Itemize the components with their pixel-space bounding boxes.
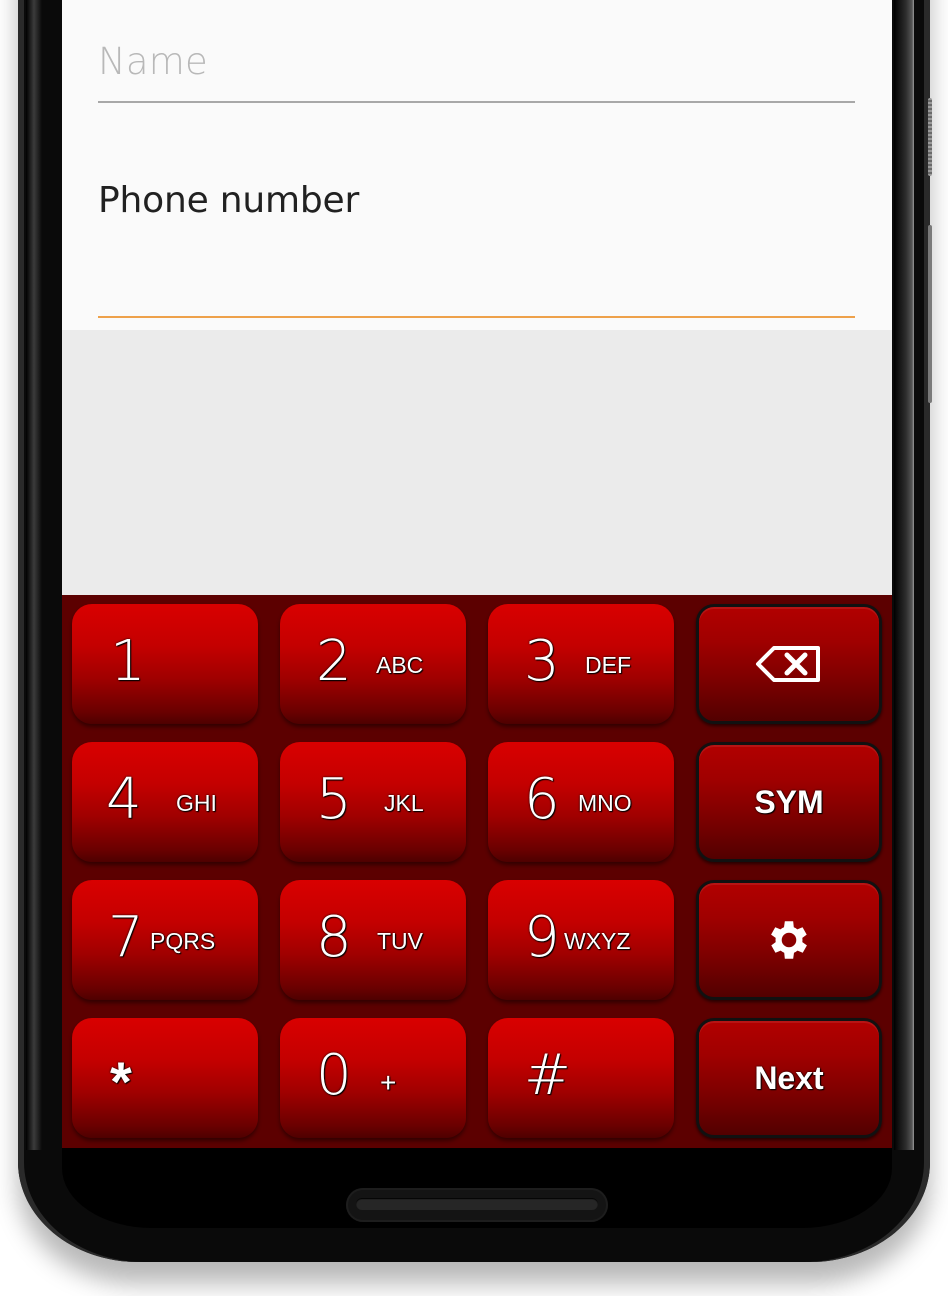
name-field[interactable]: Name xyxy=(98,0,855,103)
key-3[interactable]: 3 DEF xyxy=(488,604,674,724)
phone-edge-right xyxy=(894,0,914,1150)
volume-button xyxy=(928,98,932,176)
key-2[interactable]: 2 ABC xyxy=(280,604,466,724)
key-star[interactable]: * xyxy=(72,1018,258,1138)
key-digit: 2 xyxy=(316,629,352,694)
gear-icon xyxy=(699,883,879,997)
dialpad-keyboard: 1 2 ABC 3 DEF 4 GHI 5 JKL 6 MNO SYM 7 PQ… xyxy=(62,595,892,1148)
power-button xyxy=(928,225,932,403)
key-letters: JKL xyxy=(384,790,424,816)
key-4[interactable]: 4 GHI xyxy=(72,742,258,862)
key-digit: 9 xyxy=(524,905,560,970)
key-digit: # xyxy=(524,1043,571,1108)
key-1[interactable]: 1 xyxy=(72,604,258,724)
key-letters: PQRS xyxy=(150,928,216,954)
key-0[interactable]: 0 + xyxy=(280,1018,466,1138)
key-letters: GHI xyxy=(176,790,217,816)
key-digit: 8 xyxy=(316,905,352,970)
key-hash[interactable]: # xyxy=(488,1018,674,1138)
key-digit: 1 xyxy=(110,629,146,694)
key-letters: ABC xyxy=(376,652,424,678)
key-digit: 6 xyxy=(524,767,560,832)
symbols-key-label: SYM xyxy=(754,783,824,820)
key-letters: DEF xyxy=(585,652,631,678)
key-7[interactable]: 7 PQRS xyxy=(72,880,258,1000)
key-8[interactable]: 8 TUV xyxy=(280,880,466,1000)
key-6[interactable]: 6 MNO xyxy=(488,742,674,862)
next-key[interactable]: Next xyxy=(696,1018,882,1138)
next-key-label: Next xyxy=(754,1059,824,1096)
key-digit: * xyxy=(110,1050,132,1113)
key-digit: 4 xyxy=(106,767,142,832)
backspace-icon xyxy=(699,607,879,721)
key-letters: WXYZ xyxy=(564,928,631,954)
key-digit: 5 xyxy=(316,767,352,832)
settings-key[interactable] xyxy=(696,880,882,1000)
symbols-key[interactable]: SYM xyxy=(696,742,882,862)
contact-form: Name Phone number xyxy=(62,0,892,330)
screen: Name Phone number 1 2 ABC 3 DEF 4 GHI 5 … xyxy=(62,0,892,1148)
key-digit: 7 xyxy=(108,905,144,970)
key-5[interactable]: 5 JKL xyxy=(280,742,466,862)
phone-edge-left xyxy=(26,0,42,1150)
empty-content-area xyxy=(62,330,892,595)
phone-number-field[interactable] xyxy=(98,230,855,318)
key-letters: TUV xyxy=(377,928,423,954)
key-letters: + xyxy=(380,1067,397,1098)
key-9[interactable]: 9 WXYZ xyxy=(488,880,674,1000)
speaker-grille xyxy=(346,1188,608,1222)
phone-number-label: Phone number xyxy=(98,180,360,221)
key-digit: 3 xyxy=(524,629,560,694)
backspace-key[interactable] xyxy=(696,604,882,724)
name-placeholder: Name xyxy=(98,40,208,83)
key-digit: 0 xyxy=(316,1043,352,1108)
key-letters: MNO xyxy=(578,790,632,816)
